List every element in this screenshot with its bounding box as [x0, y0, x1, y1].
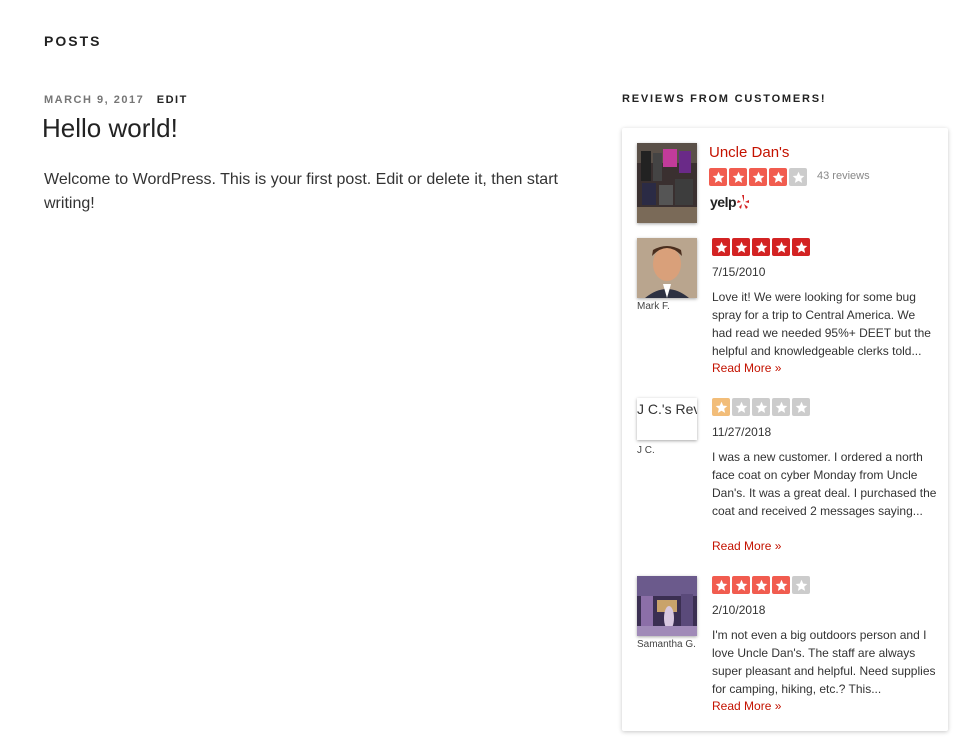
review-text: I'm not even a big outdoors person and I…: [712, 628, 936, 696]
business-photo[interactable]: [637, 143, 697, 223]
star-filled-icon: [752, 238, 770, 256]
review-text: I was a new customer. I ordered a north …: [712, 450, 937, 518]
star-filled-icon: [712, 576, 730, 594]
review-rating-stars: [712, 398, 810, 416]
review-date: 11/27/2018: [712, 425, 772, 439]
reviewer-name: Samantha G.: [637, 639, 696, 650]
star-empty-icon: [732, 398, 750, 416]
star-empty-icon: [792, 398, 810, 416]
star-filled-icon: [729, 168, 747, 186]
review-rating-stars: [712, 576, 810, 594]
star-empty-icon: [789, 168, 807, 186]
review-item: Samantha G. 2/10/2018 I'm not even a big…: [637, 576, 937, 726]
star-empty-icon: [792, 576, 810, 594]
review-date: 7/15/2010: [712, 265, 766, 279]
review-item: Mark F. 7/15/2010 Love it! We were looki…: [637, 238, 937, 388]
reviewer-name: Mark F.: [637, 301, 670, 312]
star-filled-icon: [772, 238, 790, 256]
star-filled-icon: [732, 576, 750, 594]
read-more-link[interactable]: Read More »: [712, 361, 781, 375]
star-filled-icon: [792, 238, 810, 256]
yelp-burst-icon: [737, 195, 750, 209]
edit-link[interactable]: EDIT: [157, 94, 188, 106]
yelp-logo[interactable]: yelp: [710, 194, 750, 210]
star-filled-icon: [769, 168, 787, 186]
star-filled-icon: [712, 398, 730, 416]
review-count: 43 reviews: [817, 170, 870, 182]
widget-title: REVIEWS FROM CUSTOMERS!: [622, 93, 827, 105]
star-filled-icon: [749, 168, 767, 186]
post-title[interactable]: Hello world!: [42, 113, 178, 144]
post-meta: MARCH 9, 2017 EDIT: [44, 94, 188, 106]
review-date: 2/10/2018: [712, 603, 766, 617]
reviewer-avatar-broken[interactable]: J C.'s Review: [637, 398, 697, 440]
review-rating-stars: [712, 238, 810, 256]
review-item: J C.'s Review J C. 11/27/2018 I was a ne…: [637, 398, 937, 558]
star-filled-icon: [709, 168, 727, 186]
star-filled-icon: [732, 238, 750, 256]
read-more-link[interactable]: Read More »: [712, 539, 781, 553]
posts-heading: POSTS: [44, 33, 102, 49]
reviewer-name: J C.: [637, 445, 655, 456]
business-name-link[interactable]: Uncle Dan's: [709, 144, 789, 161]
reviewer-avatar[interactable]: [637, 576, 697, 636]
yelp-reviews-card: Uncle Dan's 43 reviews yelp Mark F. 7/15…: [622, 128, 948, 731]
post-content: Welcome to WordPress. This is your first…: [44, 171, 558, 212]
star-empty-icon: [772, 398, 790, 416]
yelp-logo-text: yelp: [710, 194, 737, 210]
reviewer-avatar[interactable]: [637, 238, 697, 298]
post-date[interactable]: MARCH 9, 2017: [44, 94, 144, 106]
star-filled-icon: [712, 238, 730, 256]
star-filled-icon: [752, 576, 770, 594]
star-filled-icon: [772, 576, 790, 594]
star-empty-icon: [752, 398, 770, 416]
review-text: Love it! We were looking for some bug sp…: [712, 290, 931, 358]
read-more-link[interactable]: Read More »: [712, 699, 781, 713]
business-rating-stars: [709, 168, 807, 186]
